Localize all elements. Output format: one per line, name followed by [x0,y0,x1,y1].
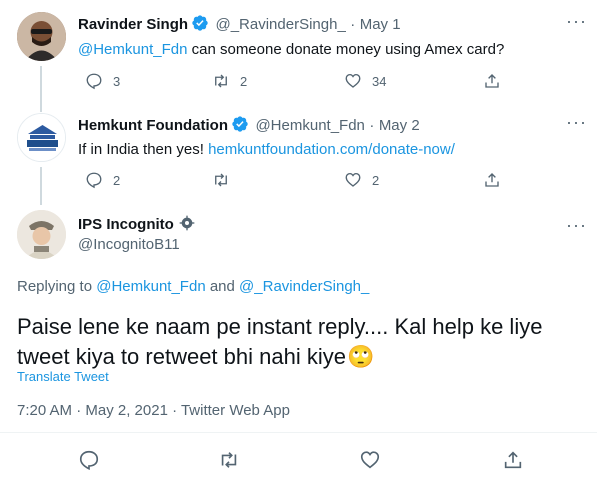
share-button[interactable] [483,171,501,189]
donate-link[interactable]: hemkuntfoundation.com/donate-now/ [208,141,455,158]
avatar-photo-icon [17,210,66,259]
translate-tweet-link[interactable]: Translate Tweet [17,369,109,384]
separator: · [350,16,356,33]
retweet-button[interactable] [218,449,240,471]
retweet-icon [215,74,227,88]
hemkunt-logo-icon [18,114,65,161]
thread-line [40,66,42,112]
like-button[interactable]: 34 [344,72,386,90]
thread-line [40,167,42,205]
avatar[interactable] [17,210,66,259]
retweet-icon [221,452,237,468]
tweet-text: can someone donate money using Amex card… [187,41,505,58]
rolling-eyes-emoji-icon: 🙄 [346,344,375,369]
author-handle[interactable]: @IncognitoB11 [78,236,180,253]
tweet-text-line-1: Paise lene ke naam pe instant reply.... … [17,314,543,339]
share-icon [485,74,499,88]
retweet-button[interactable]: 2 [212,72,247,90]
reply-count: 2 [113,172,121,188]
reply-mention-ravinder[interactable]: @_RavinderSingh_ [239,278,369,295]
like-button[interactable] [359,449,381,471]
reply-button[interactable]: 2 [85,171,120,189]
reply-button[interactable]: 3 [85,72,120,90]
avatar[interactable] [17,113,66,162]
reply-button[interactable] [78,449,100,471]
tweet-text-line-2: tweet kiya to retweet bhi nahi kiye [17,344,346,369]
share-icon [504,451,522,469]
author-name[interactable]: Ravinder Singh [78,16,188,33]
tweet-date[interactable]: May 1 [360,16,401,33]
reply-icon [86,73,102,90]
more-dots-icon[interactable]: ··· [566,12,587,30]
retweet-button[interactable] [212,171,240,189]
separator: · [369,117,375,134]
share-icon [485,173,499,187]
retweet-count: 2 [240,73,248,89]
heart-icon [360,451,380,469]
author-name[interactable]: IPS Incognito [78,216,174,233]
divider [0,432,597,433]
reply-icon [79,450,99,471]
share-button[interactable] [483,72,501,90]
reply-count: 3 [113,73,121,89]
avatar-photo-icon [17,12,66,61]
author-handle[interactable]: @_RavinderSingh_ [215,16,345,33]
heart-icon [345,172,361,187]
more-dots-icon[interactable]: ··· [566,113,587,131]
more-dots-icon[interactable]: ··· [566,216,587,234]
protected-badge-icon [179,215,195,231]
replying-prefix: Replying to [17,278,97,295]
heart-icon [345,73,361,88]
replying-and: and [205,278,240,295]
verified-badge-icon [192,15,208,31]
reply-mention-hemkunt[interactable]: @Hemkunt_Fdn [96,278,205,295]
tweet-text: If in India then yes! [78,141,209,158]
verified-badge-icon [232,116,248,132]
like-count: 34 [372,73,387,89]
author-name[interactable]: Hemkunt Foundation [78,117,228,134]
tweet-meta: 7:20 AM · May 2, 2021 · Twitter Web App [17,402,290,419]
mention-link[interactable]: @Hemkunt_Fdn [78,41,187,58]
like-button[interactable]: 2 [344,171,379,189]
author-handle[interactable]: @Hemkunt_Fdn [255,117,364,134]
avatar[interactable] [17,12,66,61]
like-count: 2 [372,172,380,188]
retweet-icon [215,173,227,187]
share-button[interactable] [502,449,524,471]
reply-icon [86,172,102,189]
tweet-date[interactable]: May 2 [379,117,420,134]
